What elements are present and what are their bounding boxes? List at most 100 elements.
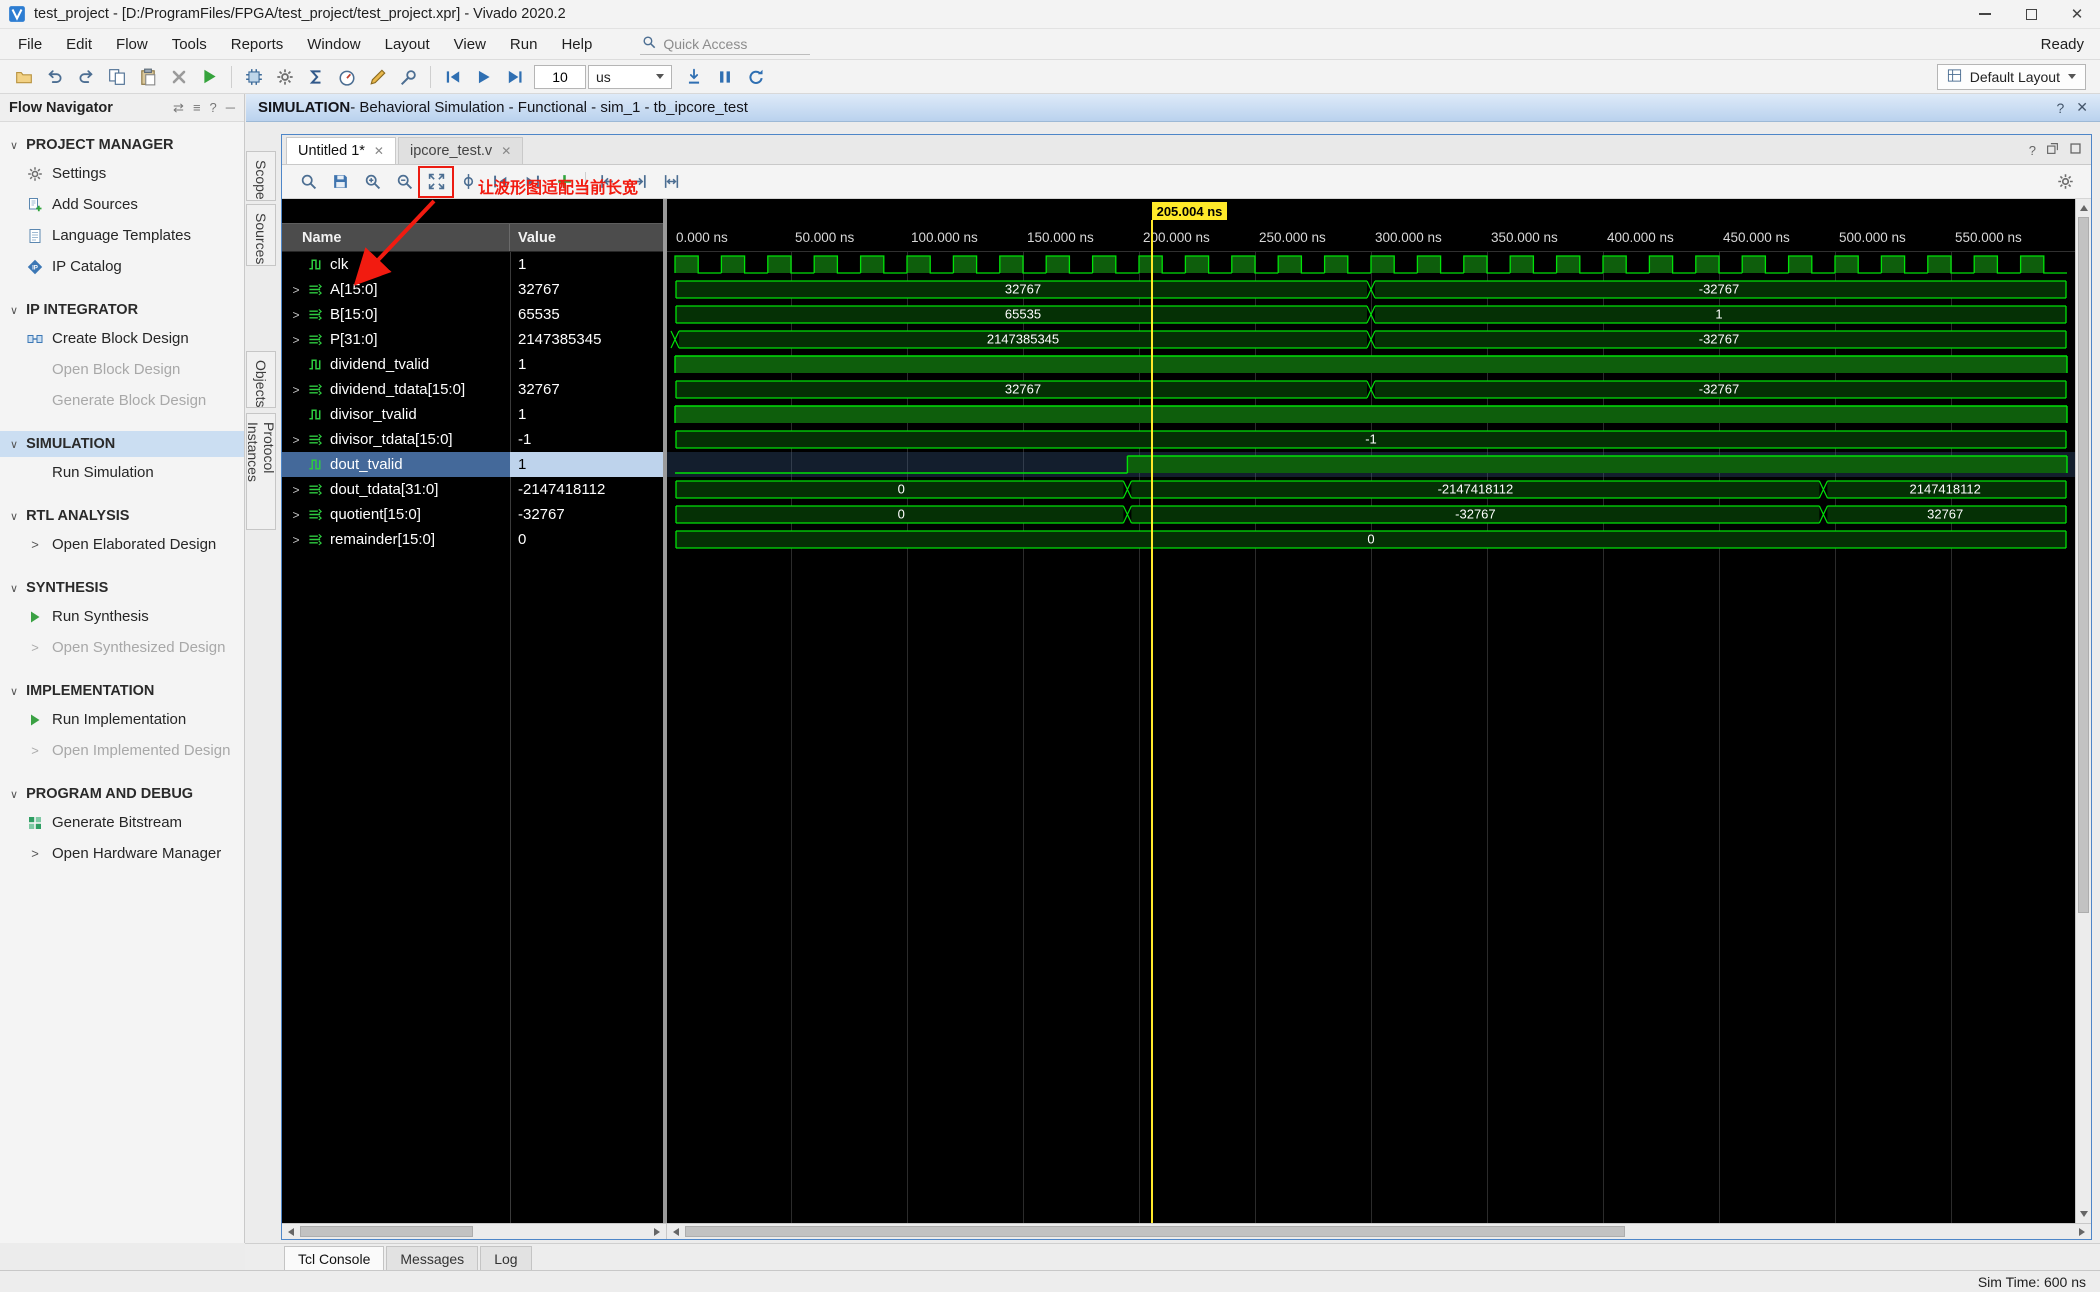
tab-untitled-1[interactable]: Untitled 1* ✕ — [286, 137, 396, 164]
signal-value-cell[interactable]: -2147418112 — [510, 477, 663, 502]
scroll-left-icon[interactable] — [283, 1224, 299, 1239]
wave-row-p-31-0[interactable]: 2147385345 -32767 — [667, 327, 2075, 352]
goto-start-button[interactable] — [591, 168, 623, 196]
dock-icon[interactable]: ⇄ — [173, 100, 184, 116]
signal-value-cell[interactable]: 0 — [510, 527, 663, 552]
signal-name-cell[interactable]: dividend_tvalid — [282, 352, 510, 377]
relaunch-button[interactable] — [740, 63, 771, 91]
flow-item-generate-bitstream[interactable]: Generate Bitstream — [0, 807, 244, 838]
zoom-cursor-button[interactable] — [452, 168, 484, 196]
wave-settings-gear-icon[interactable] — [2049, 168, 2081, 196]
run-button[interactable] — [194, 63, 225, 91]
signal-name-cell[interactable]: > B[15:0] — [282, 302, 510, 327]
menu-help[interactable]: Help — [549, 29, 604, 59]
signal-value-cell[interactable]: 65535 — [510, 302, 663, 327]
signal-value-cell[interactable]: -32767 — [510, 502, 663, 527]
restart-button[interactable] — [437, 63, 468, 91]
menu-file[interactable]: File — [6, 29, 54, 59]
copy-button[interactable] — [101, 63, 132, 91]
signal-row-a-15-0[interactable]: > A[15:0] 32767 — [282, 277, 663, 302]
scroll-up-icon[interactable] — [2076, 200, 2091, 216]
help-icon[interactable]: ? — [210, 100, 217, 116]
name-panel-scrollbar[interactable] — [282, 1224, 667, 1239]
signal-name-cell[interactable]: > divisor_tdata[15:0] — [282, 427, 510, 452]
menu-tools[interactable]: Tools — [160, 29, 219, 59]
flow-item-run-synthesis[interactable]: Run Synthesis — [0, 601, 244, 632]
scrollbar-thumb[interactable] — [300, 1226, 473, 1237]
expand-chevron-icon[interactable]: > — [290, 333, 302, 347]
cursor-time-label[interactable]: 205.004 ns — [1151, 202, 1228, 220]
menu-view[interactable]: View — [442, 29, 498, 59]
signal-value-cell[interactable]: 1 — [510, 402, 663, 427]
flow-section-header-simulation[interactable]: ∨ SIMULATION — [0, 431, 244, 457]
save-button[interactable] — [324, 168, 356, 196]
flow-item-open-implemented-design[interactable]: > Open Implemented Design — [0, 735, 244, 766]
flow-item-run-implementation[interactable]: Run Implementation — [0, 704, 244, 735]
time-cursor[interactable] — [1150, 220, 1153, 1223]
signal-name-cell[interactable]: dout_tvalid — [282, 452, 510, 477]
sum-button[interactable] — [300, 63, 331, 91]
side-tab-sources[interactable]: Sources — [246, 204, 276, 266]
signal-name-cell[interactable]: clk — [282, 252, 510, 277]
column-header-value[interactable]: Value — [510, 224, 663, 251]
wave-row-dout-tdata-31-0[interactable]: 0 -2147418112 2147418112 — [667, 477, 2075, 502]
menu-window[interactable]: Window — [295, 29, 372, 59]
menu-reports[interactable]: Reports — [219, 29, 296, 59]
float-window-icon[interactable] — [2046, 142, 2059, 158]
step-button[interactable] — [678, 63, 709, 91]
scroll-down-icon[interactable] — [2076, 1206, 2091, 1222]
expand-chevron-icon[interactable]: > — [290, 533, 302, 547]
signal-value-cell[interactable]: 32767 — [510, 277, 663, 302]
signal-value-cell[interactable]: 1 — [510, 252, 663, 277]
help-icon[interactable]: ? — [2029, 143, 2036, 158]
expand-chevron-icon[interactable]: > — [290, 483, 302, 497]
open-project-button[interactable] — [8, 63, 39, 91]
scroll-right-icon[interactable] — [649, 1224, 665, 1239]
tab-tcl-console[interactable]: Tcl Console — [284, 1246, 385, 1270]
side-tab-objects[interactable]: Objects — [246, 351, 276, 408]
expand-chevron-icon[interactable]: > — [290, 508, 302, 522]
expand-chevron-icon[interactable]: > — [290, 308, 302, 322]
pause-button[interactable] — [709, 63, 740, 91]
wave-row-dividend-tvalid[interactable] — [667, 352, 2075, 377]
close-icon[interactable]: ✕ — [501, 144, 511, 158]
signal-value-cell[interactable]: 1 — [510, 452, 663, 477]
quick-access-search[interactable]: Quick Access — [640, 33, 811, 55]
flow-section-header-synthesis[interactable]: ∨ SYNTHESIS — [0, 575, 244, 601]
swap-cursor-button[interactable] — [655, 168, 687, 196]
flow-section-header-project-manager[interactable]: ∨ PROJECT MANAGER — [0, 132, 244, 158]
wave-row-divisor-tdata-15-0[interactable]: -1 — [667, 427, 2075, 452]
wave-row-dout-tvalid[interactable] — [667, 452, 2075, 477]
signal-name-cell[interactable]: > quotient[15:0] — [282, 502, 510, 527]
signal-row-remainder-15-0[interactable]: > remainder[15:0] 0 — [282, 527, 663, 552]
zoom-out-button[interactable] — [388, 168, 420, 196]
undo-button[interactable] — [39, 63, 70, 91]
menu-layout[interactable]: Layout — [373, 29, 442, 59]
time-unit-select[interactable]: us — [588, 64, 672, 89]
scrollbar-thumb[interactable] — [2078, 217, 2089, 914]
zoom-fit-button[interactable] — [418, 165, 454, 198]
search-button[interactable] — [292, 168, 324, 196]
menu-icon[interactable]: ≡ — [193, 100, 201, 116]
waveform-scrollbar[interactable] — [667, 1224, 2091, 1239]
redo-button[interactable] — [70, 63, 101, 91]
tab-messages[interactable]: Messages — [386, 1246, 479, 1270]
board-button[interactable] — [238, 63, 269, 91]
signal-name-cell[interactable]: > dividend_tdata[15:0] — [282, 377, 510, 402]
menu-edit[interactable]: Edit — [54, 29, 104, 59]
signal-value-cell[interactable]: 32767 — [510, 377, 663, 402]
menu-flow[interactable]: Flow — [104, 29, 160, 59]
wave-row-dividend-tdata-15-0[interactable]: 32767 -32767 — [667, 377, 2075, 402]
signal-row-dividend-tdata-15-0[interactable]: > dividend_tdata[15:0] 32767 — [282, 377, 663, 402]
signal-row-divisor-tdata-15-0[interactable]: > divisor_tdata[15:0] -1 — [282, 427, 663, 452]
signal-value-cell[interactable]: -1 — [510, 427, 663, 452]
run-all-button[interactable] — [468, 63, 499, 91]
maximize-panel-icon[interactable] — [2069, 142, 2082, 158]
help-icon[interactable]: ? — [2056, 100, 2064, 116]
close-icon[interactable]: ✕ — [374, 144, 384, 158]
flow-item-run-simulation[interactable]: Run Simulation — [0, 457, 244, 488]
goto-end-button[interactable] — [623, 168, 655, 196]
signal-value-cell[interactable]: 1 — [510, 352, 663, 377]
signal-row-dout-tdata-31-0[interactable]: > dout_tdata[31:0] -2147418112 — [282, 477, 663, 502]
flow-section-header-ip-integrator[interactable]: ∨ IP INTEGRATOR — [0, 297, 244, 323]
